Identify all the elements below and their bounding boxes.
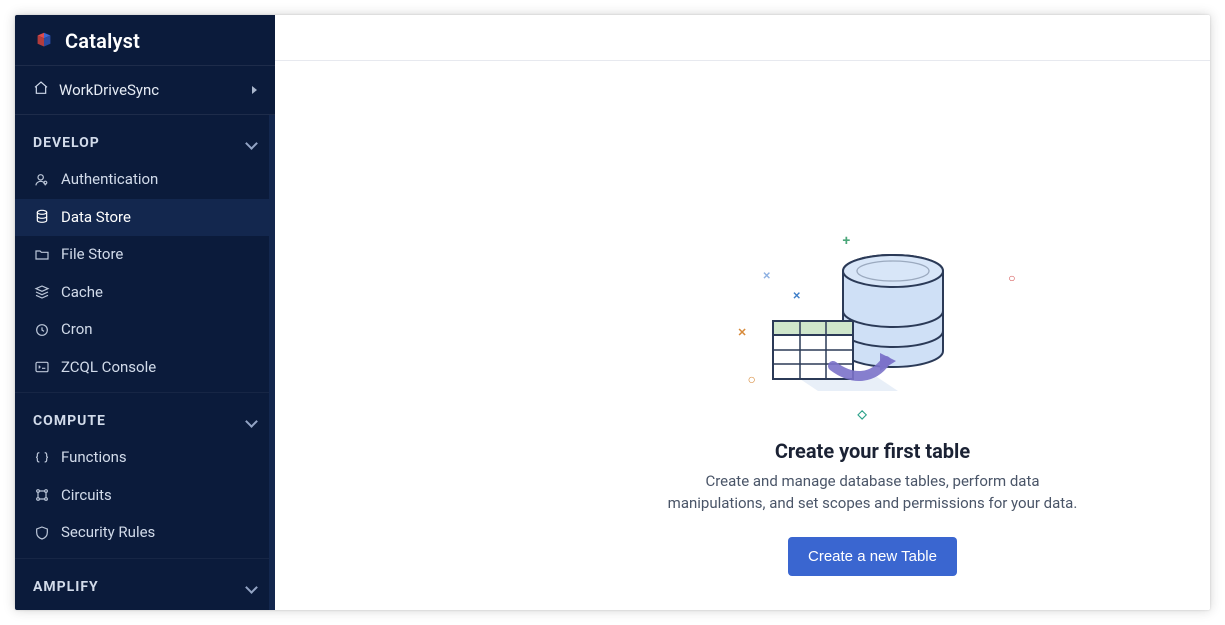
nav-label: Cache [61,283,103,303]
nav-label: Data Store [61,208,131,228]
section-label: AMPLIFY [33,579,99,595]
folder-icon [33,246,51,264]
circle-deco-icon: ○ [1008,271,1015,285]
chevron-down-icon [245,137,257,149]
app-frame: Catalyst WorkDriveSync DEVELOP Aut [15,15,1210,610]
topbar [275,15,1210,61]
empty-state: + ✕ ✕ ✕ ○ ○ ◇ [275,61,1210,610]
section-label: COMPUTE [33,413,106,429]
section-header-amplify[interactable]: AMPLIFY [15,559,275,605]
nav-label: Circuits [61,486,112,506]
x-deco-icon: ✕ [738,326,747,339]
nav-cache[interactable]: Cache [15,274,275,312]
layers-icon [33,283,51,301]
nav-data-store[interactable]: Data Store [15,199,275,237]
project-name: WorkDriveSync [59,81,159,99]
nav-functions[interactable]: Functions [15,439,275,477]
create-table-button[interactable]: Create a new Table [788,537,957,576]
empty-state-illustration: + ✕ ✕ ✕ ○ ○ ◇ [748,241,998,421]
section-header-develop[interactable]: DEVELOP [15,115,275,161]
x-deco-icon: ✕ [763,271,771,282]
nav-label: Authentication [61,170,158,190]
nav-authentication[interactable]: Authentication [15,161,275,199]
nav-security-rules[interactable]: Security Rules [15,514,275,552]
braces-icon [33,449,51,467]
chevron-down-icon [245,581,257,593]
nav-circuits[interactable]: Circuits [15,477,275,515]
database-icon [33,208,51,226]
nav-label: ZCQL Console [61,358,156,378]
brand-name: Catalyst [65,29,140,53]
nav-file-store[interactable]: File Store [15,236,275,274]
nav-label: Cron [61,320,93,340]
shield-icon [33,524,51,542]
project-selector[interactable]: WorkDriveSync [15,66,275,115]
section-label: DEVELOP [33,135,100,151]
main-panel: + ✕ ✕ ✕ ○ ○ ◇ [275,15,1210,610]
home-icon [33,80,49,100]
x-deco-icon: ✕ [793,291,801,302]
nav-label: Functions [61,448,127,468]
brand: Catalyst [15,15,275,66]
diamond-deco-icon: ◇ [858,407,867,421]
caret-right-icon [252,86,257,94]
clock-icon [33,321,51,339]
empty-state-title: Create your first table [775,439,970,463]
circle-deco-icon: ○ [748,371,756,388]
database-table-illustration-icon [748,241,998,421]
empty-state-description: Create and manage database tables, perfo… [663,471,1083,515]
chevron-down-icon [245,415,257,427]
user-icon [33,171,51,189]
nav-zcql-console[interactable]: ZCQL Console [15,349,275,387]
section-header-compute[interactable]: COMPUTE [15,393,275,439]
nav-label: Security Rules [61,523,155,543]
sidebar: Catalyst WorkDriveSync DEVELOP Aut [15,15,275,610]
plus-deco-icon: + [843,233,851,249]
nav-label: File Store [61,245,123,265]
circuits-icon [33,486,51,504]
nav-cron[interactable]: Cron [15,311,275,349]
console-icon [33,358,51,376]
catalyst-logo-icon [33,30,55,52]
